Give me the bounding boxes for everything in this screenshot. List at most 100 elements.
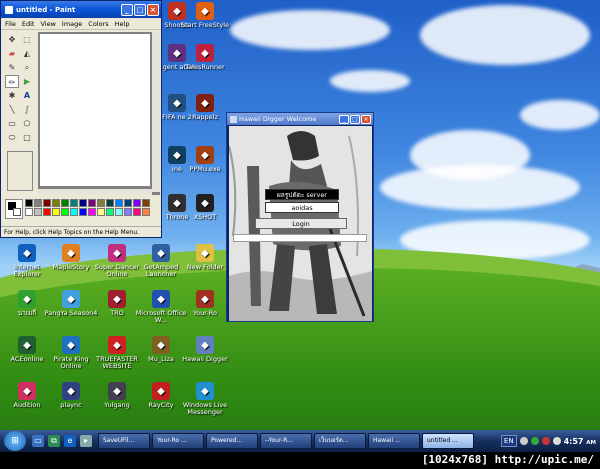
close-button[interactable]: × [147,3,159,16]
taskbar-button[interactable]: Powered... [206,433,258,449]
palette-swatch[interactable] [133,199,141,207]
desktop-icon[interactable]: ◆ Start FreeStyle [178,2,232,29]
palette-swatch[interactable] [106,208,114,216]
palette-swatch[interactable] [43,199,51,207]
paint-titlebar[interactable]: untitled - Paint _ □ × [1,1,161,18]
palette-swatch[interactable] [124,199,132,207]
username-input[interactable]: aoidas [265,202,339,213]
taskbar-button[interactable]: untitled ... [422,433,474,449]
palette-swatch[interactable] [133,208,141,216]
tool-options-box[interactable] [7,151,33,191]
menu-colors[interactable]: Colors [88,20,108,28]
desktop-icon[interactable]: ◆ PPMu.exe [178,146,232,173]
internet-explorer-icon[interactable]: e [64,435,76,447]
palette-swatch[interactable] [61,199,69,207]
palette-swatch[interactable] [115,208,123,216]
palette-swatch[interactable] [70,208,78,216]
program-icon: ◆ [18,244,36,262]
color-picker-icon[interactable]: ✎ [5,61,19,74]
security-icon[interactable] [541,437,550,445]
desktop-icon[interactable]: ◆ Your-Ro [178,290,232,317]
menu-view[interactable]: View [40,20,55,28]
select-icon[interactable]: ⬚ [20,33,34,46]
palette-swatch[interactable] [115,199,123,207]
palette-swatch[interactable] [106,199,114,207]
vertical-scrollbar[interactable] [152,32,160,192]
desktop-icon[interactable]: ◆ Rappelz [178,94,232,121]
taskbar-button[interactable]: เว็บบอร์ด... [314,433,366,449]
maximize-button[interactable]: □ [350,114,360,124]
program-icon: ◆ [196,194,214,212]
palette-swatch[interactable] [79,208,87,216]
clock[interactable]: 4:57 AM [564,437,596,446]
text-icon[interactable]: A [20,89,34,102]
login-button[interactable]: Login [255,218,347,229]
palette-swatch[interactable] [43,208,51,216]
media-player-icon[interactable]: ▸ [80,435,92,447]
network-icon[interactable] [530,437,539,445]
palette-swatch[interactable] [142,199,150,207]
fill-icon[interactable]: ◭ [20,47,34,60]
eraser-icon[interactable]: ▰ [5,47,19,60]
horizontal-scrollbar[interactable] [38,189,152,195]
minimize-button[interactable]: _ [121,3,133,16]
palette-swatch[interactable] [97,208,105,216]
polygon-icon[interactable]: ⬠ [20,117,34,130]
palette-swatch[interactable] [79,199,87,207]
switch-windows-icon[interactable]: ⧉ [48,435,60,447]
cloud [380,165,580,210]
menu-image[interactable]: Image [62,20,82,28]
paint-canvas[interactable] [40,34,150,186]
program-icon: ◆ [62,382,80,400]
taskbar-button[interactable]: SaveUFil... [98,433,150,449]
menu-help[interactable]: Help [115,20,130,28]
taskbar-button[interactable]: Your-Ro ... [152,433,204,449]
palette-swatch[interactable] [52,199,60,207]
minimize-button[interactable]: _ [339,114,349,124]
ellipse-icon[interactable]: ⬭ [5,131,19,144]
volume-icon[interactable] [552,437,561,445]
paint-menubar: File Edit View Image Colors Help [1,18,161,30]
palette-swatch[interactable] [124,208,132,216]
free-select-icon[interactable]: ✥ [5,33,19,46]
palette-swatch[interactable] [34,208,42,216]
desktop-icon[interactable]: ◆ New Folder [178,244,232,271]
desktop-icon[interactable]: ◆ Windows Live Messenger [178,382,232,416]
desktop-icon[interactable]: ◆ Hawaii Digger [178,336,232,363]
palette-swatch[interactable] [61,208,69,216]
curve-icon[interactable]: ∫ [20,103,34,116]
palette-swatch[interactable] [34,199,42,207]
close-button[interactable]: × [361,114,371,124]
palette-swatch[interactable] [25,208,33,216]
airbrush-icon[interactable]: ✱ [5,89,19,102]
maximize-button[interactable]: □ [134,3,146,16]
menu-file[interactable]: File [5,20,16,28]
menu-edit[interactable]: Edit [22,20,35,28]
palette-swatch[interactable] [70,199,78,207]
hawaii-digger-window[interactable]: Hawaii Digger Welcome _ □ × ผลรูปตัดะ se… [226,112,374,322]
palette-swatch[interactable] [88,208,96,216]
current-colors[interactable] [5,199,23,219]
rounded-rectangle-icon[interactable]: ▢ [20,131,34,144]
paint-window[interactable]: untitled - Paint _ □ × File Edit View Im… [0,0,162,238]
taskbar-button[interactable]: --Your-R... [260,433,312,449]
desktop-icon[interactable]: ◆ XSHOT [178,194,232,221]
palette-swatch[interactable] [97,199,105,207]
palette-swatch[interactable] [142,208,150,216]
show-desktop-icon[interactable]: ▭ [32,435,44,447]
desktop-icon[interactable]: ◆ TalesRunner [178,44,232,71]
pencil-icon[interactable]: ✏ [5,75,19,88]
language-indicator[interactable]: EN [500,435,517,447]
palette-swatch[interactable] [52,208,60,216]
tray-icon-1[interactable] [519,437,528,445]
server-select[interactable]: ผลรูปตัดะ server [265,189,339,200]
start-button[interactable]: ⊞ [4,431,26,451]
palette-swatch[interactable] [88,199,96,207]
palette-swatch[interactable] [25,199,33,207]
taskbar-button[interactable]: Hawaii ... [368,433,420,449]
rectangle-icon[interactable]: ▭ [5,117,19,130]
brush-icon[interactable]: ▶ [20,75,34,88]
hawaii-titlebar[interactable]: Hawaii Digger Welcome _ □ × [227,113,373,125]
magnifier-icon[interactable]: ⌕ [20,61,34,74]
line-icon[interactable]: ╲ [5,103,19,116]
